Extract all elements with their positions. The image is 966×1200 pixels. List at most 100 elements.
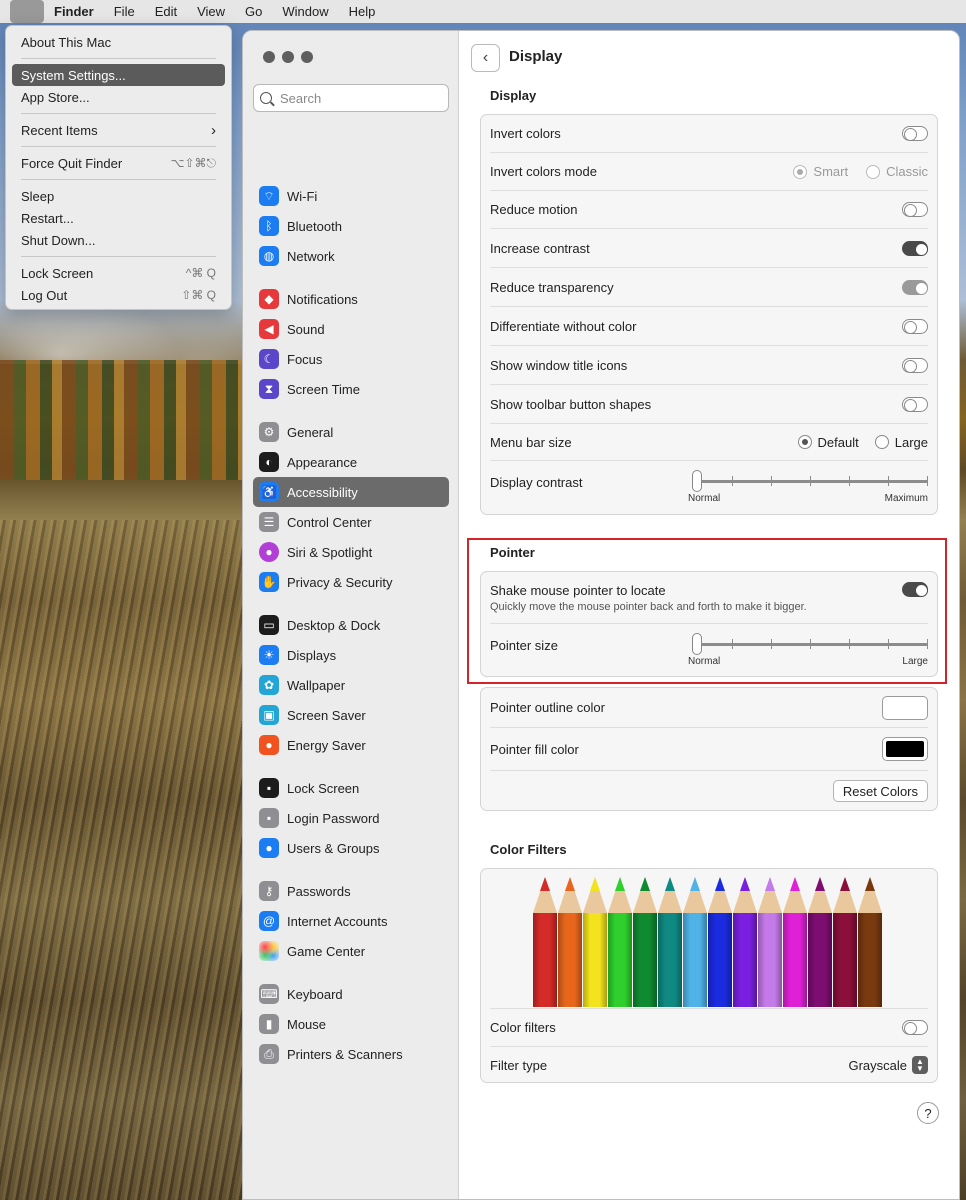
sidebar-item-energy-saver[interactable]: ● Energy Saver	[253, 730, 449, 760]
minimize-button[interactable]	[282, 51, 294, 63]
sidebar-group-devices: ⌨ Keyboard ▮ Mouse ⎙ Printers & Scanners	[253, 979, 449, 1069]
menu-bar-default-radio[interactable]: Default	[797, 435, 859, 450]
sidebar-item-label: Screen Time	[287, 381, 360, 397]
search-input[interactable]	[280, 90, 430, 106]
filter-type-select[interactable]: Grayscale ▲ ▼	[848, 1056, 928, 1074]
menu-file[interactable]: File	[104, 0, 145, 23]
shut-down-item[interactable]: Shut Down...	[12, 229, 225, 251]
toolbar-button-shapes-toggle[interactable]	[902, 396, 928, 412]
fill-color-swatch[interactable]	[882, 737, 928, 761]
pencil	[633, 877, 657, 1007]
sidebar-item-notifications[interactable]: ◆ Notifications	[253, 284, 449, 314]
lock-screen-item[interactable]: Lock Screen ^⌘ Q	[12, 262, 225, 284]
sidebar-item-displays[interactable]: ☀ Displays	[253, 640, 449, 670]
sidebar-item-appearance[interactable]: ◐ Appearance	[253, 447, 449, 477]
padlock-icon: ▪	[259, 808, 279, 828]
app-store-item[interactable]: App Store...	[12, 86, 225, 108]
recent-items-label: Recent Items	[21, 122, 98, 138]
recent-items-item[interactable]: Recent Items ›	[12, 119, 225, 141]
sidebar-item-wallpaper[interactable]: ✿ Wallpaper	[253, 670, 449, 700]
window-title-icons-toggle[interactable]	[902, 357, 928, 373]
sidebar-item-lock-screen[interactable]: ▪ Lock Screen	[253, 773, 449, 803]
mode-smart-radio[interactable]: Smart	[793, 164, 848, 179]
sidebar-item-keyboard[interactable]: ⌨ Keyboard	[253, 979, 449, 1009]
sidebar-item-internet-accounts[interactable]: @ Internet Accounts	[253, 906, 449, 936]
menu-help[interactable]: Help	[339, 0, 386, 23]
sidebar-item-screen-saver[interactable]: ▣ Screen Saver	[253, 700, 449, 730]
sidebar-item-general[interactable]: ⚙ General	[253, 417, 449, 447]
mode-classic-label: Classic	[886, 164, 928, 179]
invert-colors-toggle[interactable]	[902, 126, 928, 141]
pencil	[683, 877, 707, 1007]
radio-icon	[874, 435, 889, 449]
sidebar-item-login-password[interactable]: ▪ Login Password	[253, 803, 449, 833]
menu-view[interactable]: View	[187, 0, 235, 23]
sidebar-item-passwords[interactable]: ⚷ Passwords	[253, 876, 449, 906]
search-field[interactable]	[253, 84, 449, 112]
display-contrast-slider[interactable]: Normal Maximum	[688, 469, 928, 505]
apple-icon[interactable]	[10, 0, 44, 23]
sidebar-item-label: Passwords	[287, 883, 351, 899]
log-out-item[interactable]: Log Out ⇧⌘ Q	[12, 284, 225, 306]
sidebar-item-wifi[interactable]: ⌔ Wi-Fi	[253, 181, 449, 211]
sidebar-group-desktop: ▭ Desktop & Dock ☀ Displays ✿ Wallpaper ▣ Sc…	[253, 610, 449, 760]
force-quit-item[interactable]: Force Quit Finder ⌥⇧⌘⎋	[12, 152, 225, 174]
back-button[interactable]: ‹	[471, 44, 500, 72]
sidebar-item-siri[interactable]: ● Siri & Spotlight	[253, 537, 449, 567]
dock-icon: ▭	[259, 615, 279, 635]
slider-tick	[771, 476, 772, 486]
color-filters-toggle[interactable]	[902, 1020, 928, 1035]
slider-knob[interactable]	[692, 633, 702, 655]
shut-down-label: Shut Down...	[21, 232, 96, 248]
flower-icon: ✿	[259, 675, 279, 695]
sidebar-item-control-center[interactable]: ☰ Control Center	[253, 507, 449, 537]
radio-icon	[866, 164, 881, 179]
menu-edit[interactable]: Edit	[145, 0, 187, 23]
sidebar-item-screen-time[interactable]: ⧗ Screen Time	[253, 374, 449, 404]
reduce-motion-toggle[interactable]	[902, 202, 928, 217]
shake-to-locate-toggle[interactable]	[902, 582, 928, 597]
differentiate-toggle[interactable]	[902, 318, 928, 334]
sidebar-item-privacy[interactable]: ✋ Privacy & Security	[253, 567, 449, 597]
sidebar-item-network[interactable]: ◍ Network	[253, 241, 449, 271]
sidebar-item-sound[interactable]: ◀ Sound	[253, 314, 449, 344]
lock-icon: ▪	[259, 778, 279, 798]
shake-to-locate-row: Shake mouse pointer to locate Quickly mo…	[490, 572, 928, 624]
toolbar-button-shapes-label: Show toolbar button shapes	[490, 396, 652, 412]
pencil	[833, 877, 857, 1007]
reset-colors-button[interactable]: Reset Colors	[832, 780, 928, 802]
menu-finder[interactable]: Finder	[44, 0, 104, 23]
pointer-size-label: Pointer size	[490, 637, 558, 653]
sidebar-item-label: Screen Saver	[287, 707, 366, 723]
sidebar-item-focus[interactable]: ☾ Focus	[253, 344, 449, 374]
reduce-transparency-toggle[interactable]	[902, 279, 928, 295]
sidebar-item-accessibility[interactable]: ♿ Accessibility	[253, 477, 449, 507]
pointer-size-slider[interactable]: Normal Large	[688, 632, 928, 668]
sun-icon: ☀	[259, 645, 279, 665]
menu-go[interactable]: Go	[235, 0, 272, 23]
menu-separator	[21, 58, 216, 59]
help-button[interactable]: ?	[917, 1102, 939, 1124]
sidebar-item-mouse[interactable]: ▮ Mouse	[253, 1009, 449, 1039]
sidebar-item-printers[interactable]: ⎙ Printers & Scanners	[253, 1039, 449, 1069]
sidebar-item-desktop-dock[interactable]: ▭ Desktop & Dock	[253, 610, 449, 640]
about-this-mac-item[interactable]: About This Mac	[12, 31, 225, 53]
slider-knob[interactable]	[692, 470, 702, 492]
outline-color-swatch[interactable]	[882, 695, 928, 720]
increase-contrast-toggle[interactable]	[902, 240, 928, 256]
users-icon: ●	[259, 838, 279, 858]
sidebar-item-label: Mouse	[287, 1016, 327, 1032]
sidebar-item-users-groups[interactable]: ● Users & Groups	[253, 833, 449, 863]
menu-bar-large-radio[interactable]: Large	[874, 435, 928, 450]
menu-window[interactable]: Window	[272, 0, 338, 23]
mode-classic-radio[interactable]: Classic	[866, 164, 928, 179]
system-settings-item[interactable]: System Settings...	[12, 64, 225, 86]
sidebar-item-game-center[interactable]: Game Center	[253, 936, 449, 966]
restart-item[interactable]: Restart...	[12, 207, 225, 229]
sidebar-item-bluetooth[interactable]: ᛒ Bluetooth	[253, 211, 449, 241]
pencil	[533, 877, 557, 1007]
sidebar-item-label: Bluetooth	[287, 218, 342, 234]
sleep-item[interactable]: Sleep	[12, 185, 225, 207]
close-button[interactable]	[263, 51, 275, 63]
zoom-button[interactable]	[301, 51, 313, 63]
